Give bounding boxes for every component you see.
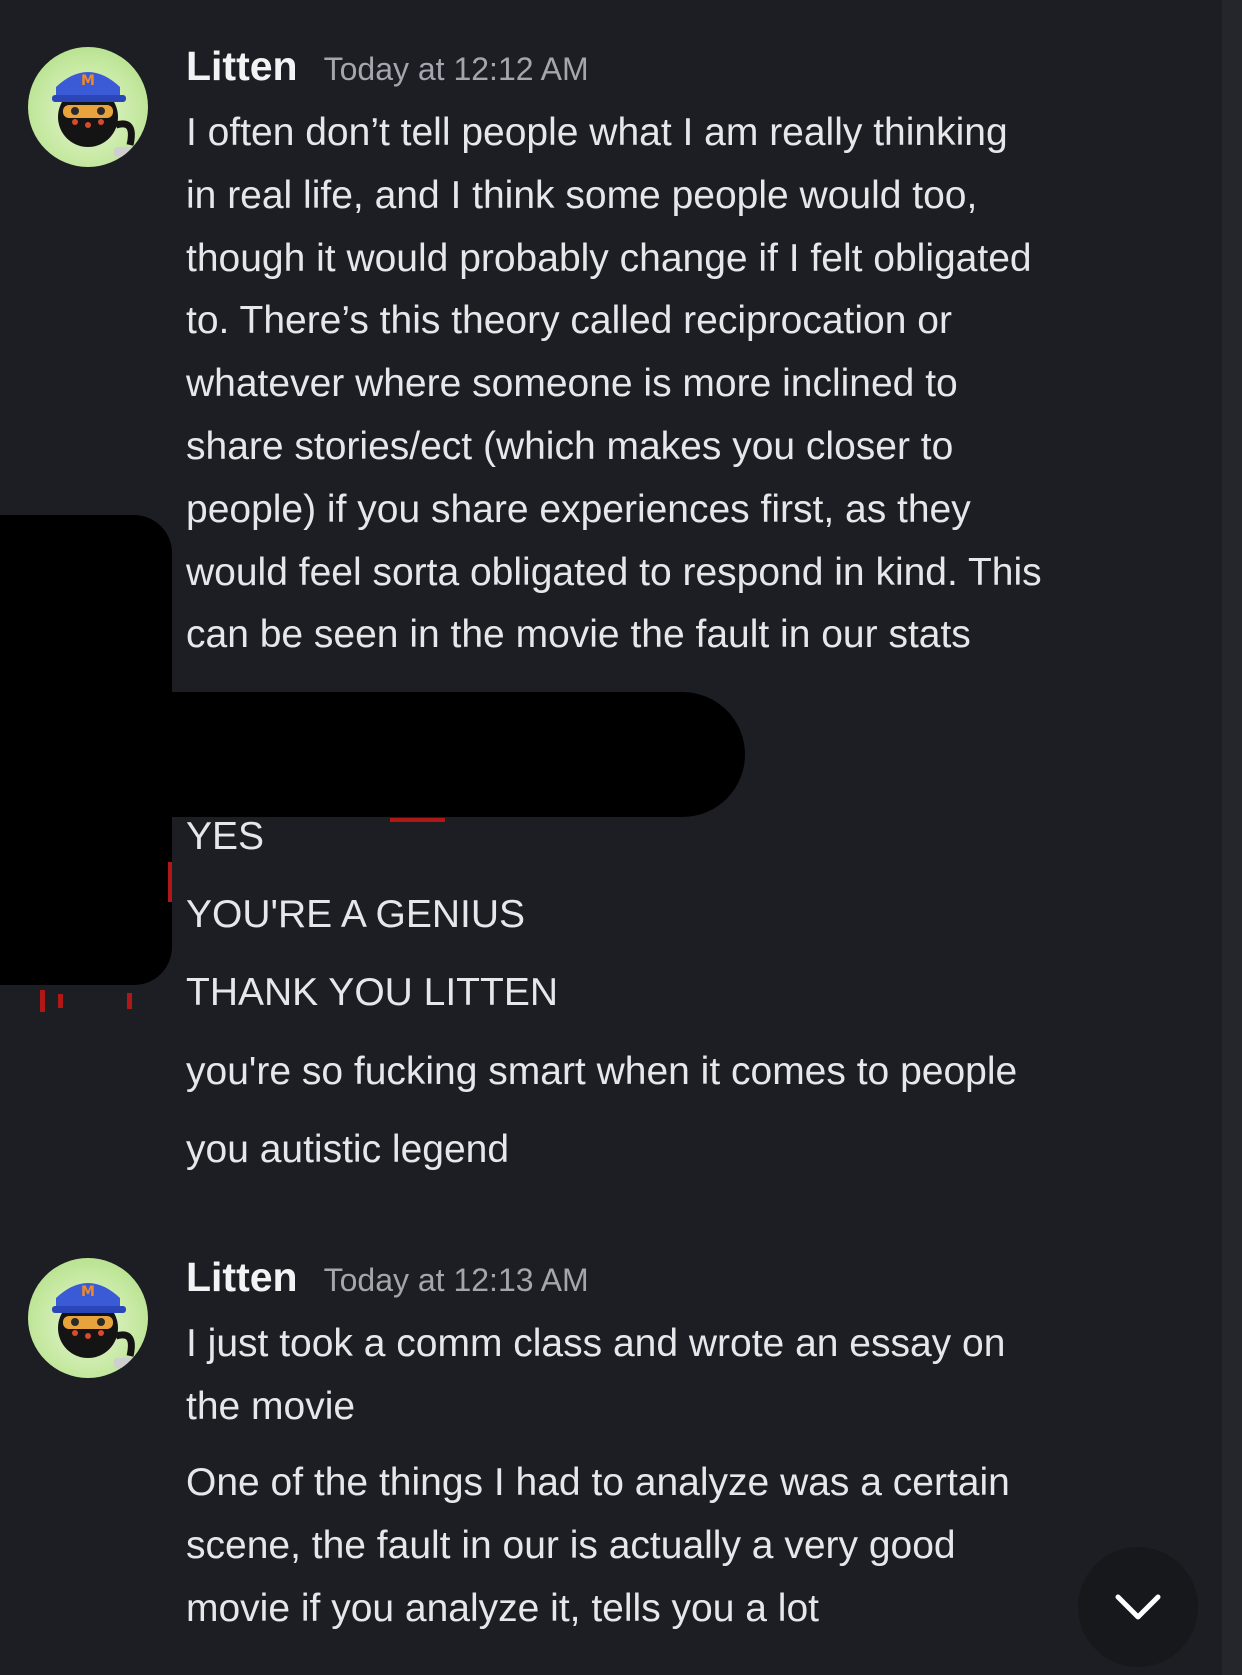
reply-message: you autistic legend — [186, 1128, 510, 1171]
message-header: Litten Today at 12:13 AM — [186, 1254, 589, 1301]
red-mark — [40, 990, 45, 1012]
message-header: Litten Today at 12:12 AM — [186, 43, 589, 90]
red-mark — [127, 993, 132, 1009]
right-edge-strip — [1222, 0, 1242, 1675]
message-text: One of the things I had to analyze was a… — [186, 1452, 1216, 1640]
scroll-to-bottom-button[interactable] — [1078, 1547, 1198, 1667]
message-line: I just took a comm class and wrote an es… — [186, 1322, 1006, 1365]
reply-message: YES — [186, 815, 265, 858]
message-text: I just took a comm class and wrote an es… — [186, 1313, 1216, 1439]
red-mark — [58, 994, 63, 1008]
message-line: can be seen in the movie the fault in ou… — [186, 613, 971, 657]
svg-text:M: M — [81, 73, 95, 89]
message-line: One of the things I had to analyze was a… — [186, 1461, 1010, 1504]
cat-avatar-icon[interactable]: M — [28, 1258, 148, 1378]
redacted-header-area — [150, 692, 745, 817]
red-mark — [390, 818, 445, 822]
reply-message: you're so fucking smart when it comes to… — [186, 1050, 1018, 1093]
message-line: to. There’s this theory called reciproca… — [186, 299, 952, 343]
message-text: I often don’t tell people what I am real… — [186, 102, 1216, 667]
message-line: share stories/ect (which makes you close… — [186, 424, 954, 468]
message-line: in real life, and I think some people wo… — [186, 173, 978, 217]
message-line: movie if you analyze it, tells you a lot — [186, 1586, 819, 1630]
svg-text:M: M — [81, 1284, 95, 1300]
timestamp: Today at 12:12 AM — [323, 51, 589, 87]
chevron-down-icon — [1115, 1594, 1161, 1620]
reply-message: YOU'RE A GENIUS — [186, 893, 526, 936]
redacted-avatar-area — [0, 515, 172, 985]
message-line: I often don’t tell people what I am real… — [186, 111, 1008, 154]
message-line: would feel sorta obligated to respond in… — [186, 550, 1042, 594]
message-line: people) if you share experiences first, … — [186, 487, 971, 531]
message-line: scene, the fault in our is actually a ve… — [186, 1523, 956, 1567]
username[interactable]: Litten — [186, 43, 298, 90]
cat-avatar-icon[interactable]: M — [28, 47, 148, 167]
red-mark — [168, 862, 172, 902]
timestamp: Today at 12:13 AM — [323, 1262, 589, 1298]
username[interactable]: Litten — [186, 1254, 298, 1301]
message-line: the movie — [186, 1384, 356, 1428]
message-line: whatever where someone is more inclined … — [186, 362, 958, 406]
message-line: though it would probably change if I fel… — [186, 236, 1032, 280]
reply-message: THANK YOU LITTEN — [186, 971, 559, 1014]
